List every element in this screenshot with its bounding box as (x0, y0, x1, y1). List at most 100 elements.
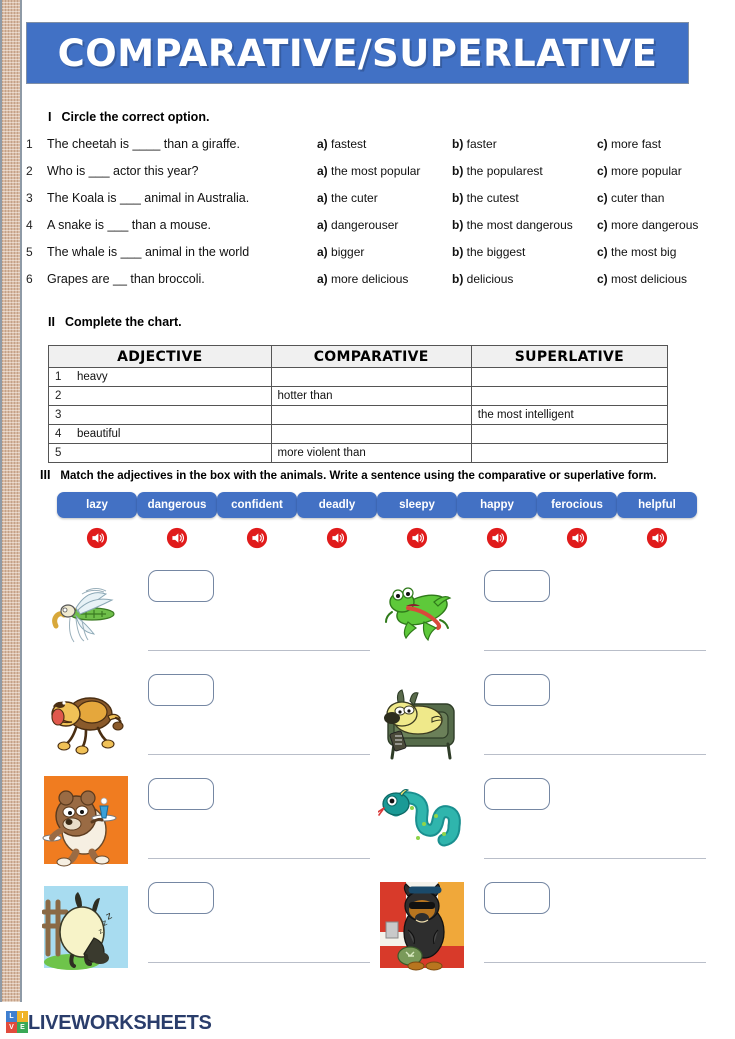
cell-comparative[interactable] (270, 405, 472, 425)
question-text: Grapes are __ than broccoli. (47, 272, 205, 286)
logo-tile: V (6, 1022, 17, 1033)
sentence-line[interactable] (148, 650, 370, 651)
cell-comparative[interactable] (270, 367, 472, 387)
option-a[interactable]: a) the most popular (317, 164, 452, 178)
word-button-confident[interactable]: confident (217, 492, 297, 518)
cell-adjective-value: heavy (77, 371, 108, 383)
liveworksheets-brand: LIVEWORKSHEETS (28, 1012, 212, 1034)
option-a-label: a) (317, 191, 328, 205)
answer-box[interactable] (148, 778, 214, 810)
animal-item-lion (42, 666, 378, 770)
sentence-line[interactable] (484, 754, 706, 755)
cell-superlative[interactable] (470, 443, 669, 463)
word-button-sleepy[interactable]: sleepy (377, 492, 457, 518)
option-c[interactable]: c) more fast (597, 137, 735, 151)
option-b-text: the biggest (466, 245, 526, 259)
option-b[interactable]: b) the popularest (452, 164, 597, 178)
speaker-icon[interactable] (566, 527, 588, 549)
cell-superlative[interactable] (470, 424, 669, 444)
option-c-label: c) (597, 218, 608, 232)
option-c[interactable]: c) most delicious (597, 272, 735, 286)
answer-box[interactable] (484, 778, 550, 810)
option-c-label: c) (597, 164, 608, 178)
option-c[interactable]: c) more dangerous (597, 218, 735, 232)
speaker-icon[interactable] (326, 527, 348, 549)
option-b-text: the popularest (466, 164, 543, 178)
speaker-icon[interactable] (246, 527, 268, 549)
answer-box[interactable] (148, 570, 214, 602)
option-b[interactable]: b) the cutest (452, 191, 597, 205)
speaker-icon[interactable] (86, 527, 108, 549)
sentence-line[interactable] (148, 858, 370, 859)
option-b[interactable]: b) delicious (452, 272, 597, 286)
word-cell: dangerous (137, 492, 217, 549)
cell-superlative[interactable]: the most intelligent (470, 405, 669, 425)
answer-box[interactable] (484, 570, 550, 602)
table-row: 5 more violent than (48, 443, 669, 463)
worksheet-title-banner: COMPARATIVE/SUPERLATIVE (26, 22, 689, 84)
animal-item-guard-dog (378, 874, 714, 978)
column-header-superlative: SUPERLATIVE (470, 345, 669, 368)
animal-item-bear-waiter (42, 770, 378, 874)
speaker-icon[interactable] (166, 527, 188, 549)
word-button-deadly[interactable]: deadly (297, 492, 377, 518)
cell-comparative[interactable]: hotter than (270, 386, 472, 406)
word-button-lazy[interactable]: lazy (57, 492, 137, 518)
question-number: 5 (26, 245, 33, 259)
cell-comparative[interactable] (270, 424, 472, 444)
cell-adjective[interactable]: 4 beautiful (48, 424, 272, 444)
dragonfly-image (52, 588, 115, 643)
answer-box[interactable] (484, 882, 550, 914)
cell-adjective[interactable]: 3 (48, 405, 272, 425)
sentence-line[interactable] (484, 650, 706, 651)
option-c-text: the most big (611, 245, 677, 259)
sentence-line[interactable] (148, 962, 370, 963)
option-a[interactable]: a) more delicious (317, 272, 452, 286)
word-button-helpful[interactable]: helpful (617, 492, 697, 518)
exercise-3-heading: III Match the adjectives in the box with… (40, 468, 720, 482)
question-number: 4 (26, 218, 33, 232)
sentence-line[interactable] (484, 858, 706, 859)
option-b[interactable]: b) the most dangerous (452, 218, 597, 232)
sentence-line[interactable] (484, 962, 706, 963)
cell-superlative[interactable] (470, 367, 669, 387)
option-a-text: the most popular (331, 164, 421, 178)
cell-superlative[interactable] (470, 386, 669, 406)
word-button-happy[interactable]: happy (457, 492, 537, 518)
option-b-text: the cutest (466, 191, 519, 205)
option-a[interactable]: a) the cuter (317, 191, 452, 205)
option-c[interactable]: c) the most big (597, 245, 735, 259)
option-b[interactable]: b) faster (452, 137, 597, 151)
grid-row (42, 562, 714, 666)
speaker-icon[interactable] (646, 527, 668, 549)
question-row: 3 The Koala is ___ animal in Australia. … (26, 191, 706, 218)
cell-adjective[interactable]: 1 heavy (48, 367, 272, 387)
option-c-text: most delicious (611, 272, 688, 286)
option-c[interactable]: c) more popular (597, 164, 735, 178)
answer-box[interactable] (148, 674, 214, 706)
answer-box[interactable] (148, 882, 214, 914)
question-number: 6 (26, 272, 33, 286)
page-binding-strip (0, 0, 22, 1002)
option-c-label: c) (597, 272, 608, 286)
word-button-ferocious[interactable]: ferocious (537, 492, 617, 518)
table-row: 3 the most intelligent (48, 405, 669, 425)
option-b-label: b) (452, 191, 464, 205)
column-header-comparative: COMPARATIVE (270, 345, 472, 368)
option-a[interactable]: a) fastest (317, 137, 452, 151)
option-c[interactable]: c) cuter than (597, 191, 735, 205)
sentence-line[interactable] (148, 754, 370, 755)
cell-comparative[interactable]: more violent than (270, 443, 472, 463)
sheep-sleeping-image: z z z (42, 886, 128, 970)
option-a[interactable]: a) dangerouser (317, 218, 452, 232)
option-a[interactable]: a) bigger (317, 245, 452, 259)
logo-tile: E (17, 1022, 28, 1033)
option-b[interactable]: b) the biggest (452, 245, 597, 259)
word-button-dangerous[interactable]: dangerous (137, 492, 217, 518)
adjective-chart-table: ADJECTIVE COMPARATIVE SUPERLATIVE 1 heavy… (48, 345, 669, 463)
answer-box[interactable] (484, 674, 550, 706)
cell-adjective[interactable]: 2 (48, 386, 272, 406)
cell-adjective[interactable]: 5 (48, 443, 272, 463)
speaker-icon[interactable] (486, 527, 508, 549)
speaker-icon[interactable] (406, 527, 428, 549)
